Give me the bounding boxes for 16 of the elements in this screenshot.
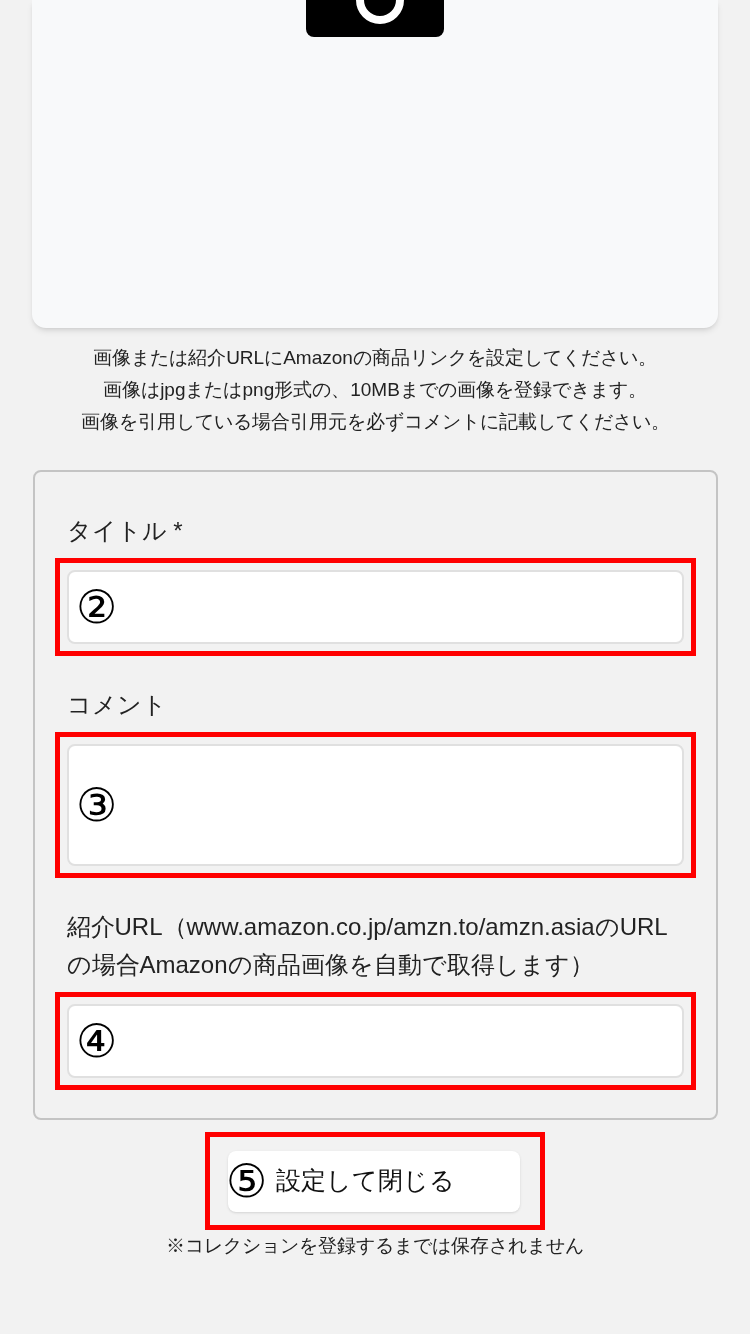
image-upload-area[interactable] xyxy=(32,0,718,328)
upload-note: 画像または紹介URLにAmazonの商品リンクを設定してください。 xyxy=(93,346,657,370)
field-label: コメント xyxy=(66,690,168,720)
annotation-number: ③ xyxy=(75,782,117,828)
upload-note: 画像はjpgまたはpng形式の、10MBまでの画像を登録できます。 xyxy=(103,378,647,402)
camera-icon xyxy=(306,0,444,37)
annotation-number: ④ xyxy=(75,1018,117,1064)
annotation-number: ② xyxy=(75,584,117,630)
comment-field[interactable] xyxy=(66,744,684,866)
text-field[interactable] xyxy=(66,570,684,644)
text-field[interactable] xyxy=(66,1004,684,1078)
save-notice: ※コレクションを登録するまでは保存されません xyxy=(166,1234,584,1258)
annotation-number: ⑤ xyxy=(226,1158,267,1204)
field-label: タイトル * xyxy=(66,516,184,546)
upload-note: 画像を引用している場合引用元を必ずコメントに記載してください。 xyxy=(80,410,670,434)
field-label: 紹介URL（www.amazon.co.jp/amzn.to/amzn.asiaのURLの場合Amazonの商品画像を自動で取得します） xyxy=(66,912,669,980)
